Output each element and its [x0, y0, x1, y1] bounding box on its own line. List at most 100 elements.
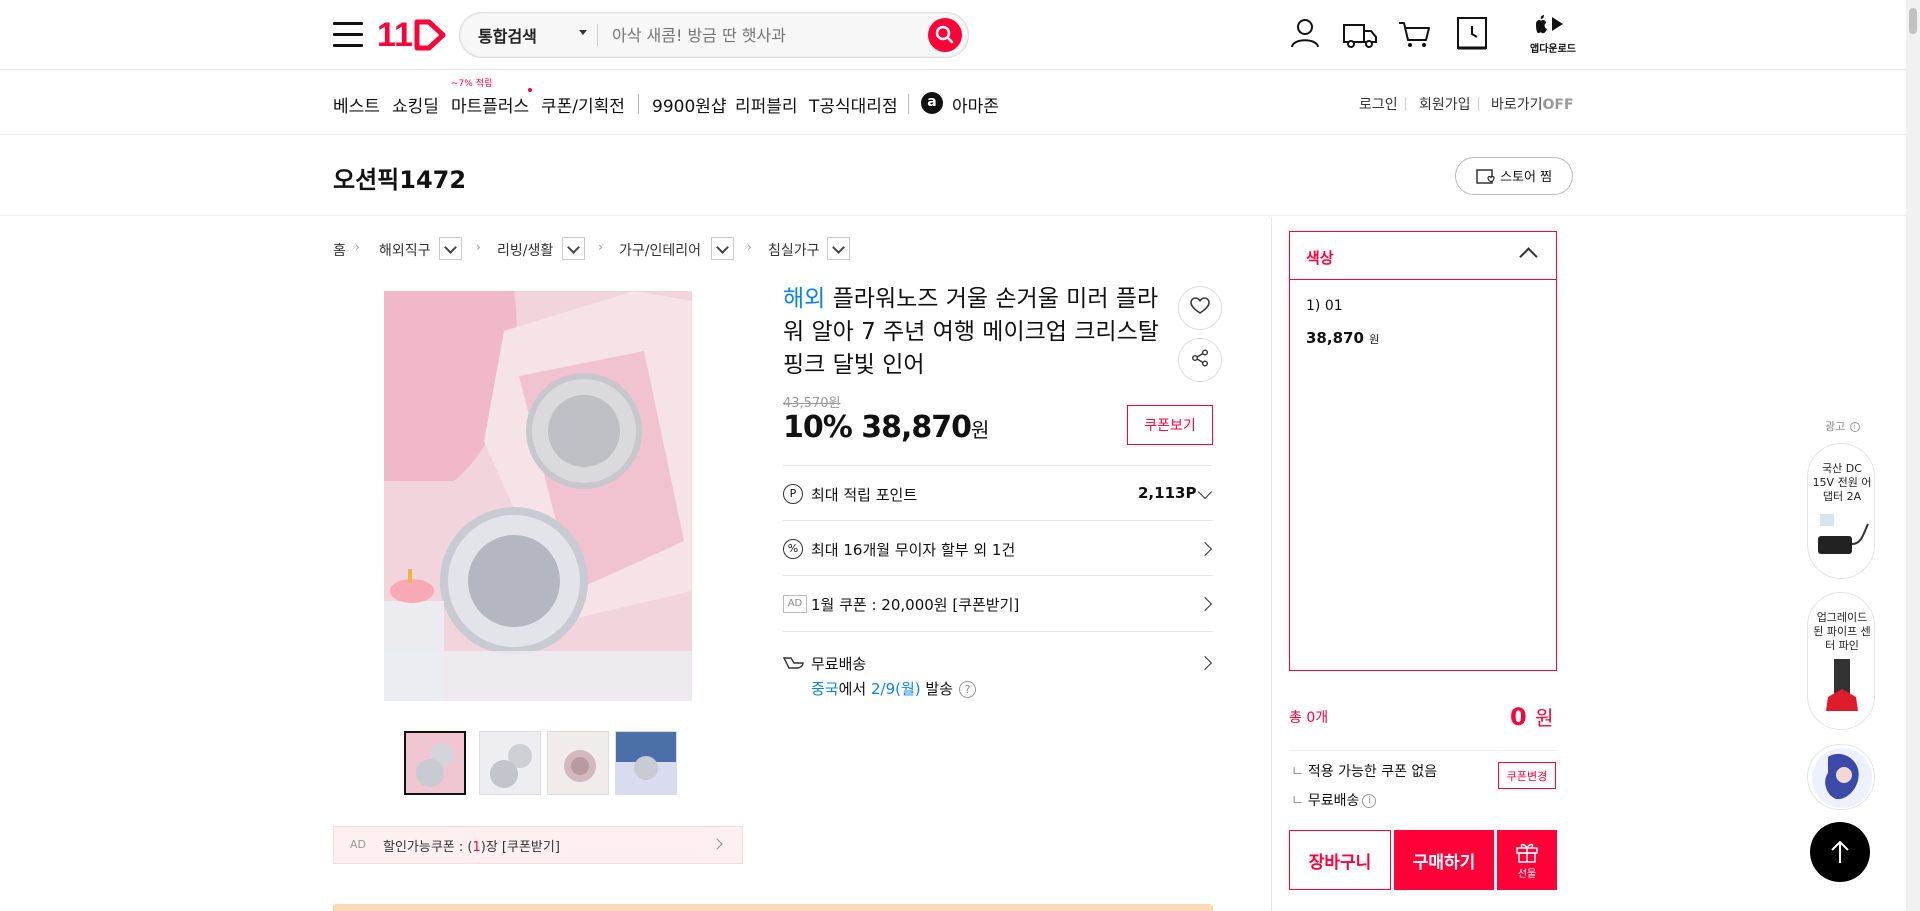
option-box — [1289, 231, 1557, 671]
apple-play-icon — [1536, 15, 1563, 34]
nav-divider — [638, 94, 639, 114]
installment-icon: % — [783, 539, 803, 559]
ad-card-figure[interactable] — [1807, 744, 1875, 810]
original-price: 43,570원 — [783, 396, 841, 411]
product-main-image[interactable] — [384, 291, 692, 701]
coupon-status: ㄴ 적용 가능한 쿠폰 없음 — [1291, 764, 1438, 780]
panel-divider — [1271, 217, 1272, 911]
thumbnail-4[interactable] — [615, 731, 677, 795]
shipping-suffix: 발송 — [920, 680, 954, 698]
app-download-label: 앱다운로드 — [1530, 44, 1576, 55]
thumbnail-1[interactable] — [404, 731, 466, 795]
nav-amazon[interactable]: 아마존 — [952, 92, 999, 117]
scrollbar[interactable] — [1906, 0, 1920, 911]
total-price-unit: 원 — [1535, 706, 1554, 730]
breadcrumb-dropdown[interactable] — [439, 237, 462, 260]
cart-button[interactable] — [1395, 14, 1435, 54]
store-heart-icon — [1476, 169, 1495, 184]
shortcut-toggle[interactable]: 바로가기OFF — [1491, 94, 1574, 114]
nav-best[interactable]: 베스트 — [333, 92, 380, 117]
search-button[interactable] — [928, 18, 962, 52]
breadcrumb-bedroom[interactable]: 침실가구 — [768, 240, 820, 260]
buy-now-button[interactable]: 구매하기 — [1394, 830, 1494, 890]
store-name[interactable]: 오션픽1472 — [333, 160, 466, 195]
thumbnail-image — [406, 733, 464, 793]
option-color-label[interactable]: 색상 — [1306, 247, 1334, 268]
shipping-icon — [782, 655, 805, 675]
chevron-right-icon: › — [747, 240, 752, 254]
scroll-top-button[interactable] — [1810, 822, 1870, 882]
breadcrumb-dropdown[interactable] — [711, 237, 734, 260]
scrollbar-thumb[interactable] — [1909, 8, 1917, 34]
logo[interactable]: 11 — [377, 16, 447, 58]
breadcrumb-dropdown[interactable] — [827, 237, 850, 260]
store-follow-button[interactable]: 스토어 찜 — [1455, 157, 1573, 195]
thumbnail-image — [616, 732, 676, 794]
app-download-button[interactable] — [1532, 14, 1566, 40]
divider — [783, 520, 1213, 521]
coupon-change-button[interactable]: 쿠폰변경 — [1498, 762, 1556, 789]
add-to-cart-button[interactable]: 장바구니 — [1289, 830, 1391, 890]
amazon-icon: a — [921, 92, 943, 114]
store-follow-label: 스토어 찜 — [1500, 169, 1553, 185]
discount-coupon-text: 할인가능쿠폰 : (1)장 [쿠폰받기] — [383, 836, 560, 855]
info-icon[interactable]: i — [1849, 422, 1860, 432]
breadcrumb-home[interactable]: 홈 — [333, 240, 346, 260]
chevron-right-icon — [1197, 596, 1213, 612]
ad-card-text: 업그레이드 된 파이프 센터 파인 — [1813, 611, 1871, 652]
nav-shocking-deal[interactable]: 쇼킹딜 — [392, 92, 439, 117]
nav-9900-shop[interactable]: 9900원샵 — [652, 92, 727, 117]
chevron-right-icon: › — [355, 240, 360, 254]
chevron-right-icon — [1197, 541, 1213, 557]
thumbnail-image — [480, 732, 540, 794]
search-input[interactable] — [612, 21, 912, 49]
free-shipping-label: 무료배송 — [811, 655, 867, 673]
ad-card-pipe[interactable]: 업그레이드 된 파이프 센터 파인 — [1807, 592, 1875, 730]
shipping-schedule: 중국에서 2/9(월) 발송? — [811, 678, 977, 699]
wishlist-button[interactable] — [1178, 286, 1222, 330]
search-category-select[interactable]: 통합검색 — [478, 23, 537, 47]
gift-button[interactable]: 선물 — [1497, 830, 1557, 890]
arrow-up-icon — [1831, 840, 1849, 863]
adapter-image — [1818, 514, 1869, 554]
nav-refurbly[interactable]: 리퍼블리 — [735, 92, 798, 117]
share-button[interactable] — [1178, 338, 1222, 382]
chevron-right-icon — [1197, 655, 1213, 671]
option-item[interactable]: 1) 01 — [1306, 298, 1343, 314]
nav-mart-plus[interactable]: 마트플러스 — [451, 92, 529, 117]
breadcrumb-furniture[interactable]: 가구/인테리어 — [619, 240, 701, 260]
gift-label: 선물 — [1517, 868, 1537, 880]
thumbnail-image — [548, 732, 608, 794]
delivery-button[interactable] — [1340, 14, 1380, 54]
signup-link[interactable]: 회원가입 — [1419, 94, 1471, 114]
ad-label-text: 광고 — [1825, 420, 1846, 433]
breadcrumb-dropdown[interactable] — [562, 237, 585, 260]
menu-icon[interactable] — [333, 22, 363, 48]
recent-viewed-button[interactable] — [1452, 14, 1492, 54]
figure-image — [1812, 748, 1872, 808]
points-icon: P — [783, 484, 803, 504]
installment-info[interactable]: 최대 16개월 무이자 할부 외 1건 — [811, 539, 1015, 560]
free-shipping-text: 무료배송 — [1307, 793, 1360, 809]
ad-card-adapter[interactable]: 국산 DC 15V 전원 어댑터 2A — [1807, 443, 1875, 579]
nav-t-official[interactable]: T공식대리점 — [809, 92, 898, 117]
max-points-value[interactable]: 2,113P — [1138, 484, 1196, 502]
login-link[interactable]: 로그인 — [1359, 94, 1398, 114]
nav-coupon[interactable]: 쿠폰/기획전 — [541, 92, 625, 117]
breadcrumb-living[interactable]: 리빙/생활 — [497, 240, 553, 260]
coupon-view-button[interactable]: 쿠폰보기 — [1127, 405, 1213, 445]
ad-tag: AD — [350, 838, 366, 851]
chevron-down-icon — [1197, 484, 1213, 500]
breadcrumb-overseas[interactable]: 해외직구 — [379, 240, 431, 260]
help-icon[interactable]: ? — [959, 681, 977, 698]
coupon-none-text: 적용 가능한 쿠폰 없음 — [1307, 764, 1438, 780]
january-coupon[interactable]: 1월 쿠폰 : 20,000원 [쿠폰받기] — [811, 594, 1019, 615]
thumbnail-3[interactable] — [547, 731, 609, 795]
ad-tag: AD — [783, 595, 807, 613]
divider — [783, 575, 1213, 576]
info-icon[interactable]: i — [1362, 794, 1377, 808]
option-header-line — [1289, 279, 1557, 280]
share-icon — [1192, 349, 1208, 367]
thumbnail-2[interactable] — [479, 731, 541, 795]
my-page-button[interactable] — [1285, 14, 1325, 54]
